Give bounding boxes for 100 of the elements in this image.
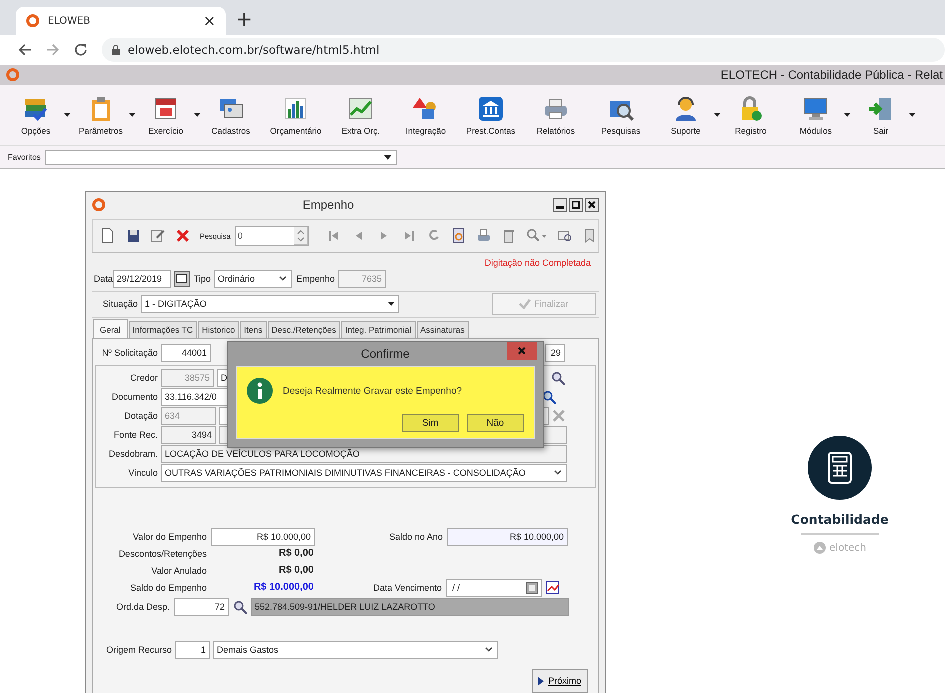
maximize-button[interactable] bbox=[569, 198, 583, 212]
search-icon[interactable] bbox=[542, 390, 556, 404]
solicitation-field[interactable]: 44001 bbox=[161, 344, 211, 362]
close-button[interactable] bbox=[585, 198, 599, 212]
date-field[interactable]: 29/12/2019 bbox=[113, 270, 171, 288]
toolbar-button[interactable]: Integração bbox=[398, 94, 454, 136]
toolbar-button[interactable]: Exercício bbox=[138, 94, 194, 136]
caret-icon[interactable] bbox=[714, 113, 721, 117]
report-icon[interactable] bbox=[450, 228, 467, 244]
toolbar-button[interactable]: Módulos bbox=[788, 94, 844, 136]
toolbar-button[interactable]: Suporte bbox=[658, 94, 714, 136]
next-button[interactable]: Próximo bbox=[532, 669, 588, 693]
maximize-icon bbox=[572, 201, 580, 210]
tab[interactable]: Itens bbox=[240, 321, 267, 338]
module-title: Contabilidade bbox=[791, 512, 889, 527]
tab[interactable]: Geral bbox=[93, 319, 128, 338]
source-code-field[interactable]: 3494 bbox=[161, 426, 216, 444]
type-dropdown[interactable]: Ordinário bbox=[214, 270, 292, 288]
status-warning: Digitação não Completada bbox=[484, 258, 591, 268]
tab[interactable]: Informações TC bbox=[128, 321, 198, 338]
search-spinner[interactable]: 0 bbox=[234, 226, 309, 246]
status-dropdown[interactable]: 1 - DIGITAÇÃO bbox=[141, 295, 399, 314]
year-balance-label: Saldo no Ano bbox=[388, 532, 443, 542]
close-icon bbox=[518, 347, 526, 355]
discounts-label: Descontos/Retenções bbox=[118, 548, 207, 559]
new-tab-button[interactable]: + bbox=[236, 7, 253, 31]
solicitation-label: Nº Solicitação bbox=[101, 348, 158, 358]
caret-icon bbox=[384, 154, 392, 160]
type-label: Tipo bbox=[193, 274, 211, 284]
dialog-button[interactable]: Sim bbox=[402, 414, 459, 432]
discounts-value: R$ 0,00 bbox=[278, 548, 314, 560]
caret-icon[interactable] bbox=[64, 113, 71, 117]
new-document-icon[interactable] bbox=[100, 228, 116, 244]
order-name-field[interactable]: 552.784.509-91/HELDER LUIZ LAZAROTTO bbox=[251, 598, 569, 616]
toolbar-button[interactable]: Cadastros bbox=[203, 94, 259, 136]
zoom-icon[interactable] bbox=[526, 228, 548, 244]
logo-icon bbox=[26, 14, 40, 28]
balance-label: Saldo do Empenho bbox=[129, 582, 207, 593]
toolbar-button[interactable]: Registro bbox=[723, 94, 779, 136]
toolbar-button[interactable]: Relatórios bbox=[528, 94, 584, 136]
caret-icon bbox=[388, 302, 395, 306]
order-code-field[interactable]: 72 bbox=[174, 598, 229, 616]
caret-icon[interactable] bbox=[129, 113, 136, 117]
toolbar-button[interactable]: Sair bbox=[853, 94, 909, 136]
toolbar-button[interactable]: Parâmetros bbox=[73, 94, 129, 136]
search-icon[interactable] bbox=[551, 371, 565, 386]
year-balance-field[interactable]: R$ 10.000,00 bbox=[447, 528, 568, 546]
tab-close-button[interactable]: × bbox=[203, 12, 216, 30]
tab[interactable]: Desc./Retenções bbox=[268, 321, 340, 338]
app-title: ELOTECH - Contabilidade Pública - Relat bbox=[720, 68, 943, 82]
dialog-button[interactable]: Não bbox=[467, 414, 524, 432]
search-icon[interactable] bbox=[233, 600, 247, 614]
reload-icon[interactable] bbox=[74, 43, 88, 57]
origin-code-field[interactable]: 1 bbox=[175, 641, 210, 660]
link-dropdown[interactable]: OUTRAS VARIAÇÕES PATRIMONIAIS DIMINUTIVAS FINANCEIRAS - CONSOLIDAÇÃO bbox=[161, 464, 567, 482]
due-date-field[interactable]: / / bbox=[446, 578, 542, 597]
breakdown-label: Desdobram. bbox=[108, 449, 158, 460]
browser-tab[interactable]: ELOWEB × bbox=[16, 7, 226, 35]
edit-icon[interactable] bbox=[150, 228, 166, 244]
due-date-label: Data Vencimento bbox=[372, 582, 442, 593]
dialog-title: Confirme bbox=[361, 347, 410, 361]
caret-icon[interactable] bbox=[194, 113, 201, 117]
creditor-label: Credor bbox=[129, 373, 158, 384]
address-bar[interactable]: eloweb.elotech.com.br/software/html5.html bbox=[102, 38, 945, 62]
tab[interactable]: Historico bbox=[198, 321, 240, 338]
back-icon[interactable] bbox=[18, 43, 32, 57]
balance-value: R$ 10.000,00 bbox=[252, 582, 314, 594]
toolbar-button[interactable]: Opções bbox=[8, 94, 64, 136]
lock-icon bbox=[112, 45, 120, 55]
save-icon[interactable] bbox=[125, 228, 141, 244]
dialog-message: Deseja Realmente Gravar este Empenho? bbox=[283, 386, 462, 396]
window-title: Empenho bbox=[302, 198, 356, 212]
bank-icon bbox=[477, 94, 505, 122]
caret-icon[interactable] bbox=[844, 113, 851, 117]
toolbar-button[interactable]: Orçamentário bbox=[268, 94, 324, 136]
minimize-button[interactable] bbox=[553, 198, 567, 212]
amount-label: Valor do Empenho bbox=[132, 532, 207, 542]
origin-dropdown[interactable]: Demais Gastos bbox=[213, 641, 498, 660]
order-label: Ord.da Desp. bbox=[115, 602, 170, 612]
caret-icon[interactable] bbox=[909, 113, 916, 117]
document-label: Documento bbox=[110, 392, 158, 402]
solicitation-extra-field[interactable]: 29 bbox=[545, 344, 565, 362]
tab[interactable]: Assinaturas bbox=[416, 321, 469, 338]
tab[interactable]: Integ. Patrimonial bbox=[341, 321, 416, 338]
source-label: Fonte Rec. bbox=[112, 430, 158, 440]
status-label: Situação bbox=[102, 299, 138, 310]
amount-field[interactable]: R$ 10.000,00 bbox=[211, 528, 315, 546]
spinner-arrows-icon bbox=[294, 227, 308, 246]
favorites-label: Favoritos bbox=[8, 152, 41, 162]
play-icon bbox=[538, 676, 544, 686]
logo-icon bbox=[814, 542, 826, 554]
toolbar-button[interactable]: Extra Orç. bbox=[333, 94, 389, 136]
allocation-label: Dotação bbox=[123, 411, 158, 422]
link-label: Vinculo bbox=[128, 468, 158, 478]
toolbar-button[interactable]: Pesquisas bbox=[593, 94, 649, 136]
delete-icon[interactable] bbox=[175, 228, 191, 244]
number-label: Empenho bbox=[295, 274, 335, 284]
info-icon bbox=[247, 378, 273, 404]
toolbar-button[interactable]: Prest.Contas bbox=[463, 94, 519, 136]
origin-label: Origem Recurso bbox=[105, 645, 172, 656]
